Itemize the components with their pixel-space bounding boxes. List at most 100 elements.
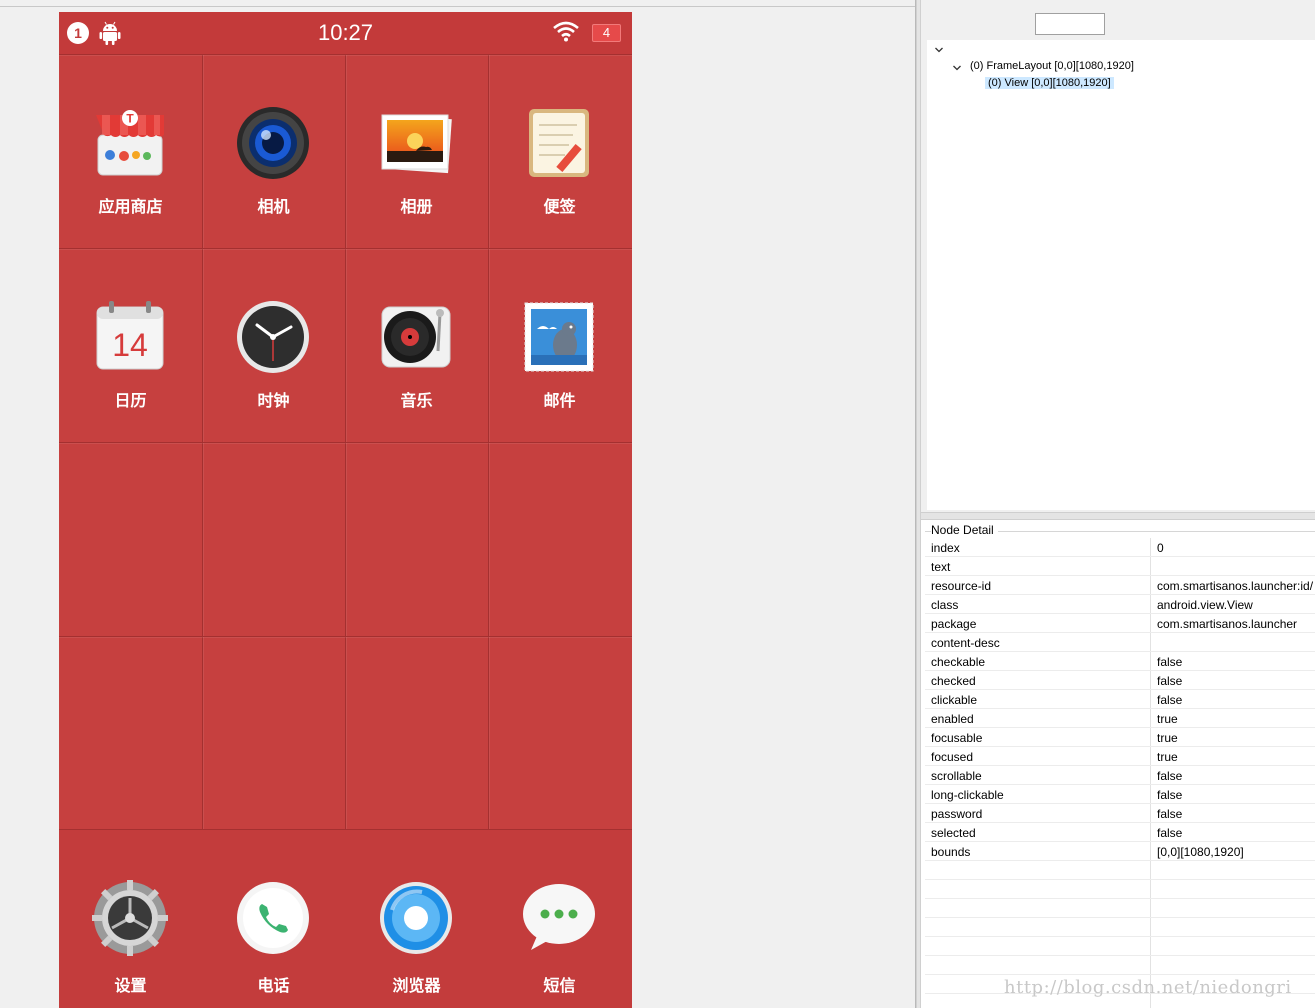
detail-key: scrollable xyxy=(931,769,982,783)
detail-row[interactable]: class android.view.View xyxy=(925,595,1315,614)
tree-node-view-selected[interactable]: (0) View [0,0][1080,1920] xyxy=(985,77,1114,89)
detail-row-empty xyxy=(925,937,1315,956)
chevron-down-icon[interactable] xyxy=(952,63,962,73)
pane-top-rule xyxy=(0,6,916,7)
detail-value: true xyxy=(1157,731,1178,745)
detail-row[interactable]: long-clickable false xyxy=(925,785,1315,804)
detail-row-empty xyxy=(925,861,1315,880)
node-detail-table: index 0 text resource-id com.smartisanos.l… xyxy=(925,538,1315,994)
app-camera[interactable]: 相机 xyxy=(202,55,345,249)
calendar-day: 14 xyxy=(112,327,148,363)
inspector-pane: (0) FrameLayout [0,0][1080,1920] (0) Vie… xyxy=(921,0,1315,1008)
app-label: 时钟 xyxy=(257,391,290,410)
detail-row[interactable]: scrollable false xyxy=(925,766,1315,785)
calendar-icon: 14 xyxy=(96,301,164,370)
browser-icon xyxy=(380,882,452,954)
app-label: 设置 xyxy=(114,976,147,995)
detail-value: false xyxy=(1157,693,1183,707)
detail-row[interactable]: bounds [0,0][1080,1920] xyxy=(925,842,1315,861)
detail-key: focusable xyxy=(931,731,983,745)
detail-key: password xyxy=(931,807,983,821)
detail-key: bounds xyxy=(931,845,971,859)
app-label: 浏览器 xyxy=(392,976,441,995)
detail-row[interactable]: clickable false xyxy=(925,690,1315,709)
dock-settings[interactable]: 设置 xyxy=(59,830,202,1008)
node-detail-panel: Node Detail index 0 text resource-id com.s… xyxy=(921,520,1315,1008)
detail-key: package xyxy=(931,617,977,631)
detail-row[interactable]: selected false xyxy=(925,823,1315,842)
hierarchy-tree: (0) FrameLayout [0,0][1080,1920] (0) Vie… xyxy=(927,40,1315,510)
phone-icon xyxy=(237,882,309,954)
grid-divider xyxy=(59,636,632,637)
detail-key: checked xyxy=(931,674,976,688)
detail-value: false xyxy=(1157,674,1183,688)
detail-value: false xyxy=(1157,788,1183,802)
detail-value: com.smartisanos.launcher xyxy=(1157,617,1298,631)
app-calendar[interactable]: 14 日历 xyxy=(59,249,202,443)
device-screenshot[interactable]: 1 10:27 4 T 应用商店 相机 相册 便签 14 日历 时钟 音乐 邮件… xyxy=(59,12,632,1008)
detail-row-empty xyxy=(925,899,1315,918)
detail-row[interactable]: content-desc xyxy=(925,633,1315,652)
dock-messages[interactable]: 短信 xyxy=(488,830,631,1008)
battery-indicator: 4 xyxy=(592,24,621,42)
detail-key: checkable xyxy=(931,655,986,669)
toolbar-search-box[interactable] xyxy=(1035,13,1105,35)
camera-icon xyxy=(237,107,309,179)
app-app-store[interactable]: T 应用商店 xyxy=(59,55,202,249)
status-time: 10:27 xyxy=(317,20,374,45)
notes-icon xyxy=(529,109,589,177)
detail-row[interactable]: enabled true xyxy=(925,709,1315,728)
app-label: 便签 xyxy=(543,197,576,216)
dock: 设置 电话 浏览器 短信 xyxy=(59,830,632,1008)
detail-key: class xyxy=(931,598,959,612)
detail-value: false xyxy=(1157,655,1183,669)
detail-row[interactable]: focusable true xyxy=(925,728,1315,747)
tree-toolbar xyxy=(921,6,1315,40)
detail-row[interactable]: package com.smartisanos.launcher xyxy=(925,614,1315,633)
app-clock[interactable]: 时钟 xyxy=(202,249,345,443)
wifi-icon xyxy=(553,21,579,42)
app-mail[interactable]: 邮件 xyxy=(488,249,631,443)
watermark: http://blog.csdn.net/niedongri xyxy=(1004,977,1292,998)
chevron-down-icon[interactable] xyxy=(934,45,944,55)
detail-key: focused xyxy=(931,750,974,764)
detail-value: true xyxy=(1157,750,1178,764)
settings-gear-icon xyxy=(92,880,168,956)
detail-row[interactable]: index 0 xyxy=(925,538,1315,557)
dock-browser[interactable]: 浏览器 xyxy=(345,830,488,1008)
detail-value: android.view.View xyxy=(1157,598,1253,612)
app-label: 相机 xyxy=(257,197,290,216)
detail-row[interactable]: checked false xyxy=(925,671,1315,690)
app-label: 电话 xyxy=(257,976,290,995)
detail-key: long-clickable xyxy=(931,788,1004,802)
app-music[interactable]: 音乐 xyxy=(345,249,488,443)
svg-text:T: T xyxy=(126,112,134,126)
detail-row-empty xyxy=(925,956,1315,975)
tree-node-framelayout[interactable]: (0) FrameLayout [0,0][1080,1920] xyxy=(970,60,1134,72)
detail-key: text xyxy=(931,560,951,574)
detail-key: resource-id xyxy=(931,579,992,593)
detail-key: selected xyxy=(931,826,976,840)
detail-row[interactable]: resource-id com.smartisanos.launcher:id/ xyxy=(925,576,1315,595)
detail-key: index xyxy=(931,541,960,555)
detail-row-empty xyxy=(925,880,1315,899)
detail-value: false xyxy=(1157,826,1183,840)
detail-key: content-desc xyxy=(931,636,1000,650)
detail-value: com.smartisanos.launcher:id/ xyxy=(1157,579,1314,593)
detail-key: enabled xyxy=(931,712,974,726)
detail-row[interactable]: password false xyxy=(925,804,1315,823)
screenshot-pane: 1 10:27 4 T 应用商店 相机 相册 便签 14 日历 时钟 音乐 邮件… xyxy=(0,0,916,1008)
app-label: 音乐 xyxy=(400,391,433,410)
status-bar: 1 10:27 4 xyxy=(59,12,632,54)
mail-icon xyxy=(524,302,594,372)
app-label: 邮件 xyxy=(543,391,576,410)
horizontal-splitter[interactable] xyxy=(921,512,1315,520)
app-label: 短信 xyxy=(543,976,576,995)
detail-row[interactable]: focused true xyxy=(925,747,1315,766)
app-gallery[interactable]: 相册 xyxy=(345,55,488,249)
dock-phone[interactable]: 电话 xyxy=(202,830,345,1008)
app-notes[interactable]: 便签 xyxy=(488,55,631,249)
detail-row[interactable]: text xyxy=(925,557,1315,576)
detail-row[interactable]: checkable false xyxy=(925,652,1315,671)
app-label: 日历 xyxy=(114,391,147,410)
